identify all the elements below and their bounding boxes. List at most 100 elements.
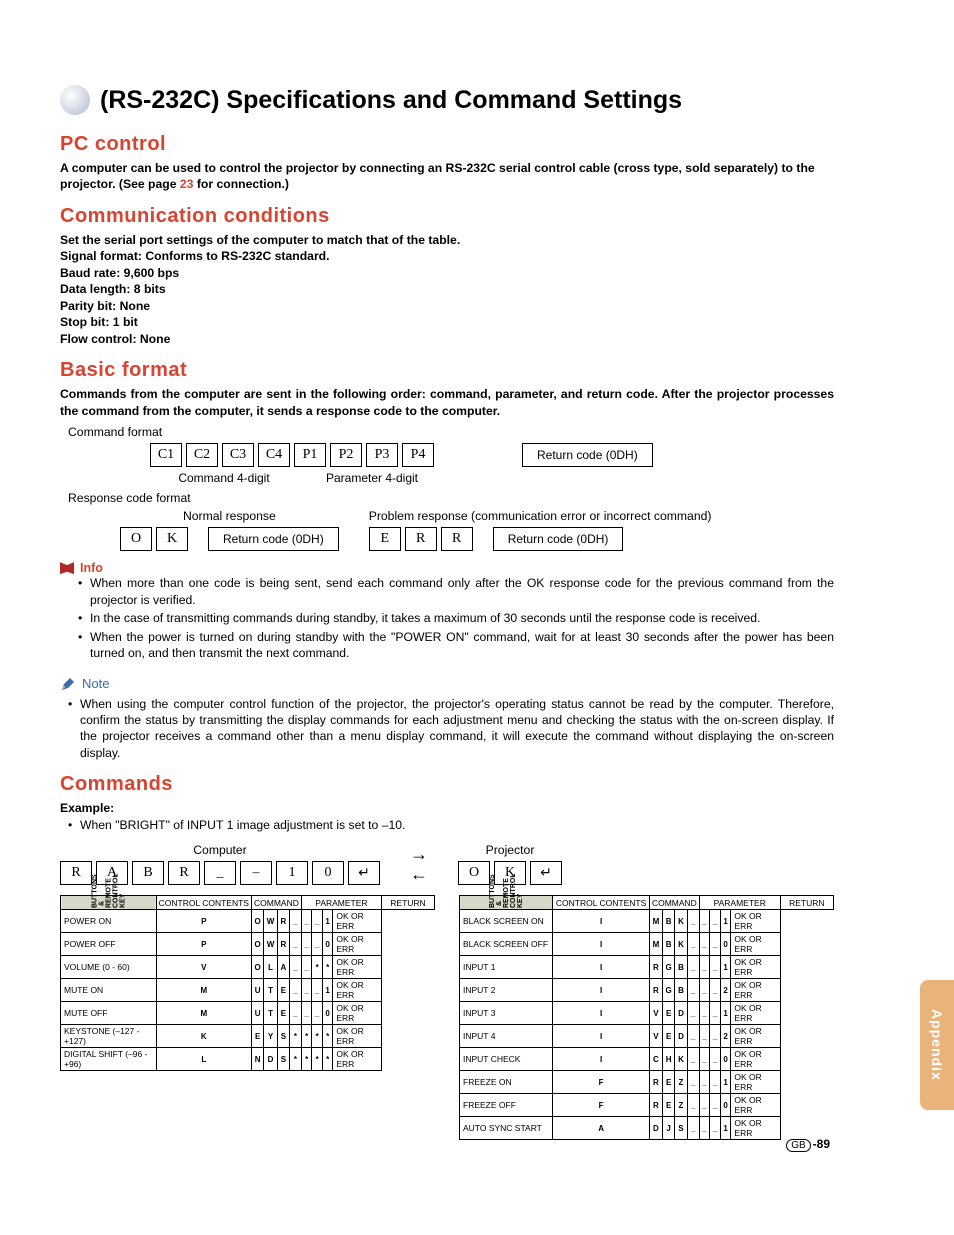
- param-char: 0: [322, 1002, 333, 1025]
- cmd-char: W: [264, 933, 278, 956]
- return-value: OK OR ERR: [731, 910, 780, 933]
- table-row: BLACK SCREEN ONIMBK___1OK OR ERR: [460, 910, 834, 933]
- example-cell: 1: [276, 861, 308, 885]
- return-value: OK OR ERR: [731, 1071, 780, 1094]
- param-char: 0: [322, 933, 333, 956]
- cmd-char: F: [553, 1094, 650, 1117]
- cmd-char: K: [675, 910, 687, 933]
- param-char: _: [289, 979, 301, 1002]
- control-name: INPUT CHECK: [460, 1048, 553, 1071]
- cmd-char: M: [649, 933, 662, 956]
- control-name: INPUT 3: [460, 1002, 553, 1025]
- sphere-icon: [60, 85, 90, 115]
- cmd-char: G: [662, 956, 674, 979]
- param-char: _: [687, 1094, 699, 1117]
- comm-line6: Stop bit: 1 bit: [60, 314, 834, 330]
- page-content: (RS-232C) Specifications and Command Set…: [0, 0, 894, 1180]
- table-row: MUTE ONMUTE___1OK OR ERR: [61, 979, 435, 1002]
- table-row: KEYSTONE (–127 - +127)KEYS****OK OR ERR: [61, 1025, 435, 1048]
- table-row: BLACK SCREEN OFFIMBK___0OK OR ERR: [460, 933, 834, 956]
- th-command: COMMAND: [649, 896, 699, 910]
- cmd-char: G: [662, 979, 674, 1002]
- under-labels: Command 4-digit Parameter 4-digit: [150, 471, 834, 485]
- cell-c1: C1: [150, 443, 182, 467]
- cmd-char: B: [675, 979, 687, 1002]
- cmd-char: S: [675, 1117, 687, 1140]
- table-row: FREEZE ONFREZ___1OK OR ERR: [460, 1071, 834, 1094]
- param-char: _: [699, 956, 710, 979]
- param-char: 0: [720, 933, 731, 956]
- cell-o: O: [120, 527, 152, 551]
- param-char: _: [289, 910, 301, 933]
- control-name: MUTE OFF: [61, 1002, 157, 1025]
- param-char: _: [301, 979, 312, 1002]
- cell-return-err: Return code (0DH): [493, 527, 624, 551]
- table-row: FREEZE OFFFREZ___0OK OR ERR: [460, 1094, 834, 1117]
- param-char: 2: [720, 1025, 731, 1048]
- th-command: COMMAND: [252, 896, 302, 910]
- cmd-char: J: [662, 1117, 674, 1140]
- cmd-char: I: [553, 933, 650, 956]
- pc-control-text: A computer can be used to control the pr…: [60, 160, 834, 193]
- table-row: POWER ONPOWR___1OK OR ERR: [61, 910, 435, 933]
- cmd-char: E: [662, 1071, 674, 1094]
- example-cell: –: [240, 861, 272, 885]
- cmd-char: M: [156, 1002, 251, 1025]
- left-command-table: BUTTONS & REMOTE CONTROL KEY CONTROL CON…: [60, 895, 435, 1071]
- param-char: _: [699, 1071, 710, 1094]
- gb-badge: GB: [786, 1139, 810, 1152]
- cmd-char: I: [553, 1025, 650, 1048]
- cell-return-ok: Return code (0DH): [208, 527, 339, 551]
- cmd-char: I: [553, 956, 650, 979]
- cmd-format-row: C1 C2 C3 C4 P1 P2 P3 P4 Return code (0DH…: [150, 443, 834, 467]
- param-char: *: [322, 956, 333, 979]
- cmd-char: B: [675, 956, 687, 979]
- control-name: FREEZE OFF: [460, 1094, 553, 1117]
- cmd-char: S: [277, 1048, 289, 1071]
- cmd-char: V: [156, 956, 251, 979]
- param-char: _: [687, 910, 699, 933]
- table-row: INPUT 2IRGB___2OK OR ERR: [460, 979, 834, 1002]
- param-char: 0: [720, 1048, 731, 1071]
- control-name: POWER ON: [61, 910, 157, 933]
- param-char: 2: [720, 979, 731, 1002]
- cmd-char: H: [662, 1048, 674, 1071]
- return-glyph-icon: ↵: [348, 861, 380, 885]
- cell-r2: R: [441, 527, 473, 551]
- return-value: OK OR ERR: [731, 1002, 780, 1025]
- control-name: FREEZE ON: [460, 1071, 553, 1094]
- info-item: In the case of transmitting commands dur…: [90, 610, 834, 626]
- example-cell: 0: [312, 861, 344, 885]
- param-char: _: [301, 910, 312, 933]
- page-number: GB-89: [786, 1137, 830, 1152]
- param-char: _: [699, 979, 710, 1002]
- table-row: INPUT 3IVED___1OK OR ERR: [460, 1002, 834, 1025]
- problem-response-block: Problem response (communication error or…: [369, 509, 712, 551]
- cmd-char: E: [662, 1002, 674, 1025]
- table-row: DIGITAL SHIFT (–96 - +96)LNDS****OK OR E…: [61, 1048, 435, 1071]
- param-char: *: [289, 1025, 301, 1048]
- param-char: 1: [720, 1002, 731, 1025]
- control-name: BLACK SCREEN OFF: [460, 933, 553, 956]
- return-value: OK OR ERR: [333, 1002, 382, 1025]
- cmd-char: Y: [264, 1025, 278, 1048]
- param-char: _: [699, 1048, 710, 1071]
- cmd-char: I: [553, 979, 650, 1002]
- control-name: POWER OFF: [61, 933, 157, 956]
- return-value: OK OR ERR: [731, 956, 780, 979]
- cmd-char: C: [649, 1048, 662, 1071]
- param-char: _: [687, 956, 699, 979]
- cmd-char: R: [277, 910, 289, 933]
- note-item: When using the computer control function…: [80, 696, 834, 762]
- param-char: *: [322, 1025, 333, 1048]
- table-side-label: BUTTONS & REMOTE CONTROL KEY: [61, 896, 157, 910]
- cmd-char: U: [252, 1002, 264, 1025]
- cell-k: K: [156, 527, 188, 551]
- cmd-char: D: [649, 1117, 662, 1140]
- table-row: POWER OFFPOWR___0OK OR ERR: [61, 933, 435, 956]
- param-char: _: [687, 1048, 699, 1071]
- page-ref-link[interactable]: 23: [180, 177, 194, 191]
- cmd-char: K: [675, 1048, 687, 1071]
- cell-p2: P2: [330, 443, 362, 467]
- note-heading: Note: [60, 676, 834, 692]
